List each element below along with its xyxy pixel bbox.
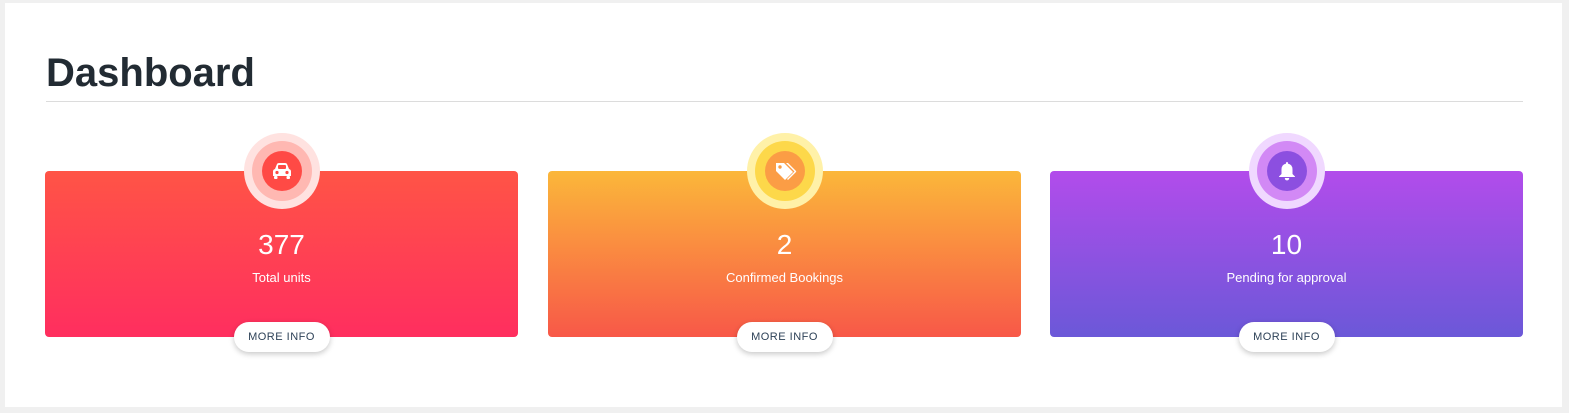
confirmed-bookings-card: 2 Confirmed Bookings MORE INFO xyxy=(548,133,1021,352)
total-units-more-info-button[interactable]: MORE INFO xyxy=(233,322,330,352)
car-icon xyxy=(272,163,291,179)
bell-icon-badge xyxy=(1248,133,1325,209)
pending-approval-value: 10 xyxy=(1270,229,1303,260)
car-icon-badge xyxy=(243,133,320,209)
confirmed-bookings-label: Confirmed Bookings xyxy=(725,270,844,285)
tags-icon-badge xyxy=(746,133,823,209)
total-units-value: 377 xyxy=(258,229,305,260)
bell-icon xyxy=(1278,162,1295,181)
page-title: Dashboard xyxy=(46,51,255,95)
title-divider xyxy=(46,101,1523,102)
pending-approval-more-info-button[interactable]: MORE INFO xyxy=(1238,322,1335,352)
total-units-card: 377 Total units MORE INFO xyxy=(45,133,518,352)
pending-approval-card: 10 Pending for approval MORE INFO xyxy=(1050,133,1523,352)
tags-icon xyxy=(775,163,796,180)
confirmed-bookings-more-info-button[interactable]: MORE INFO xyxy=(736,322,833,352)
dashboard-panel: Dashboard 377 Total units MORE INFO 2 Co… xyxy=(5,3,1562,407)
confirmed-bookings-value: 2 xyxy=(776,229,793,260)
total-units-label: Total units xyxy=(252,270,311,285)
pending-approval-label: Pending for approval xyxy=(1226,270,1347,285)
